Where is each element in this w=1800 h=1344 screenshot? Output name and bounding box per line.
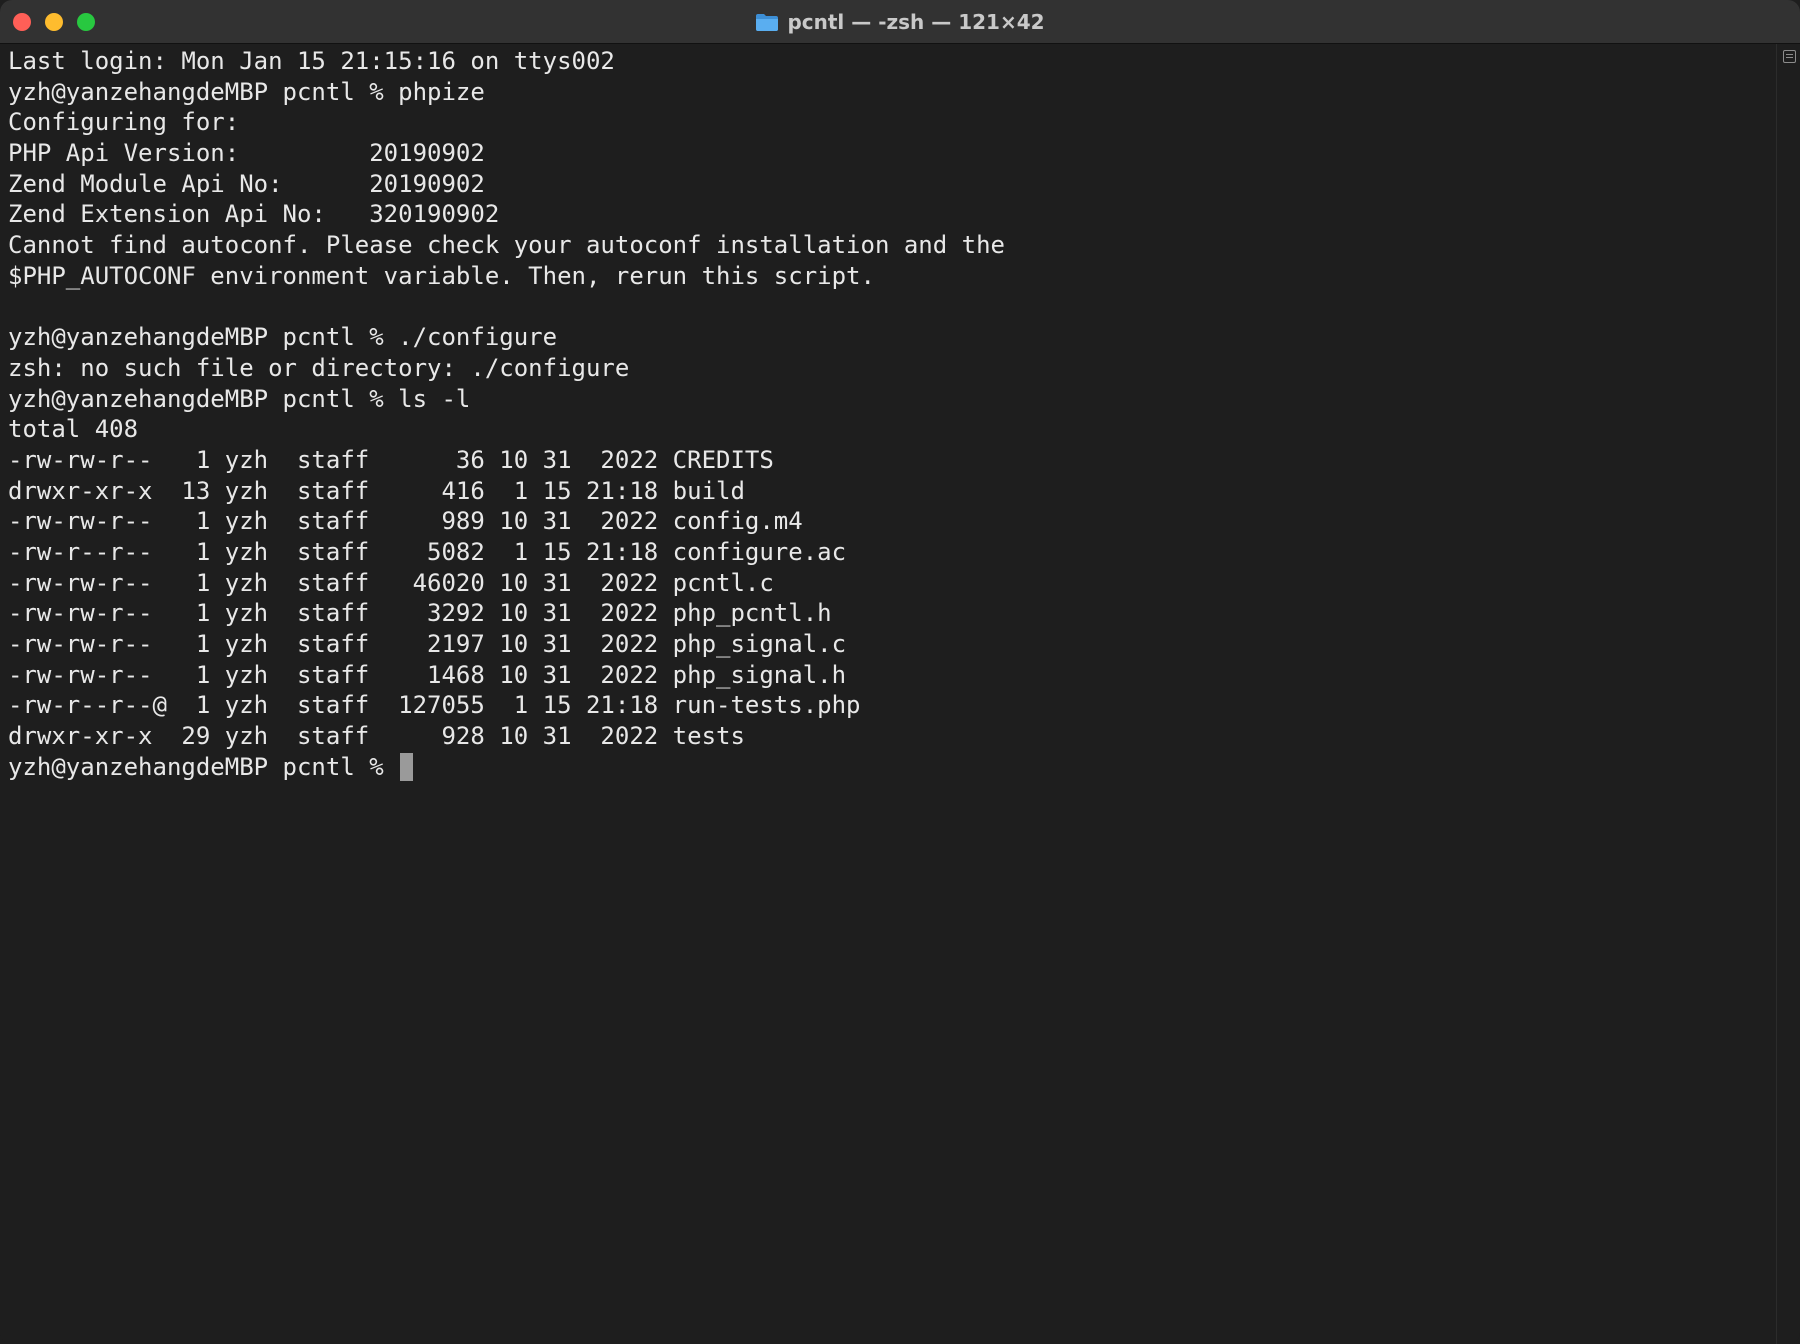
output-line: -rw-rw-r-- 1 yzh staff 3292 10 31 2022 p… (8, 598, 1768, 629)
output-line: -rw-rw-r-- 1 yzh staff 1468 10 31 2022 p… (8, 660, 1768, 691)
output-line: $PHP_AUTOCONF environment variable. Then… (8, 261, 1768, 292)
output-line: drwxr-xr-x 29 yzh staff 928 10 31 2022 t… (8, 721, 1768, 752)
output-line: Zend Extension Api No: 320190902 (8, 199, 1768, 230)
minimize-window-button[interactable] (45, 13, 63, 31)
output-line: -rw-rw-r-- 1 yzh staff 989 10 31 2022 co… (8, 506, 1768, 537)
window-title-container: pcntl — -zsh — 121×42 (0, 0, 1800, 44)
line-text: Last login: Mon Jan 15 21:15:16 on ttys0… (8, 47, 615, 75)
line-text: yzh@yanzehangdeMBP pcntl % ./configure (8, 323, 558, 352)
line-text: -rw-rw-r-- 1 yzh staff 36 10 31 2022 CRE… (8, 445, 774, 474)
text-cursor (400, 752, 414, 781)
line-text: -rw-rw-r-- 1 yzh staff 989 10 31 2022 co… (8, 507, 803, 536)
output-line: Zend Module Api No: 20190902 (8, 169, 1768, 200)
line-text: drwxr-xr-x 13 yzh staff 416 1 15 21:18 b… (8, 476, 745, 505)
line-text: -rw-r--r--@ 1 yzh staff 127055 1 15 21:1… (8, 691, 861, 720)
terminal-output[interactable]: Last login: Mon Jan 15 21:15:16 on ttys0… (8, 46, 1768, 1336)
title-bar[interactable]: pcntl — -zsh — 121×42 (0, 0, 1800, 44)
line-text: Cannot find autoconf. Please check your … (8, 231, 1005, 260)
line-text: -rw-r--r-- 1 yzh staff 5082 1 15 21:18 c… (8, 538, 847, 566)
output-line: -rw-r--r-- 1 yzh staff 5082 1 15 21:18 c… (8, 537, 1768, 568)
line-text: total 408 (8, 415, 139, 444)
prompt-line: yzh@yanzehangdeMBP pcntl % ./configure (8, 322, 1768, 353)
output-line: -rw-rw-r-- 1 yzh staff 46020 10 31 2022 … (8, 568, 1768, 599)
line-text: Zend Extension Api No: 320190902 (8, 200, 500, 229)
terminal-window: pcntl — -zsh — 121×42 Last login: Mon Ja… (0, 0, 1800, 1344)
output-line: PHP Api Version: 20190902 (8, 138, 1768, 169)
output-line: zsh: no such file or directory: ./config… (8, 353, 1768, 384)
line-text: zsh: no such file or directory: ./config… (8, 353, 630, 382)
line-text: $PHP_AUTOCONF environment variable. Then… (8, 261, 875, 290)
output-line: -rw-rw-r-- 1 yzh staff 2197 10 31 2022 p… (8, 629, 1768, 660)
output-line: Last login: Mon Jan 15 21:15:16 on ttys0… (8, 46, 1768, 77)
line-text: -rw-rw-r-- 1 yzh staff 3292 10 31 2022 p… (8, 599, 832, 628)
output-line: -rw-rw-r-- 1 yzh staff 36 10 31 2022 CRE… (8, 445, 1768, 476)
split-pane-icon[interactable] (1783, 50, 1796, 63)
line-text: Configuring for: (8, 108, 240, 137)
window-title: pcntl — -zsh — 121×42 (787, 10, 1045, 34)
output-line: Cannot find autoconf. Please check your … (8, 230, 1768, 261)
close-window-button[interactable] (13, 13, 31, 31)
output-line: total 408 (8, 414, 1768, 445)
line-text: -rw-rw-r-- 1 yzh staff 2197 10 31 2022 p… (8, 630, 847, 659)
output-line: drwxr-xr-x 13 yzh staff 416 1 15 21:18 b… (8, 476, 1768, 507)
folder-icon (755, 13, 779, 32)
output-line: Configuring for: (8, 107, 1768, 138)
line-text: Zend Module Api No: 20190902 (8, 169, 485, 198)
line-text: drwxr-xr-x 29 yzh staff 928 10 31 2022 t… (8, 722, 745, 751)
prompt-line: yzh@yanzehangdeMBP pcntl % phpize (8, 77, 1768, 108)
line-text: -rw-rw-r-- 1 yzh staff 46020 10 31 2022 … (8, 568, 774, 597)
scrollbar[interactable] (1776, 44, 1800, 1344)
line-text: yzh@yanzehangdeMBP pcntl % phpize (8, 77, 485, 106)
zoom-window-button[interactable] (77, 13, 95, 31)
prompt-line: yzh@yanzehangdeMBP pcntl % ls -l (8, 384, 1768, 415)
current-prompt-line[interactable]: yzh@yanzehangdeMBP pcntl % (8, 752, 1768, 783)
line-text: -rw-rw-r-- 1 yzh staff 1468 10 31 2022 p… (8, 660, 847, 689)
line-text: PHP Api Version: 20190902 (8, 139, 485, 168)
output-line: -rw-r--r--@ 1 yzh staff 127055 1 15 21:1… (8, 690, 1768, 721)
line-text: yzh@yanzehangdeMBP pcntl % ls -l (8, 384, 471, 413)
current-prompt: yzh@yanzehangdeMBP pcntl % (8, 752, 399, 781)
